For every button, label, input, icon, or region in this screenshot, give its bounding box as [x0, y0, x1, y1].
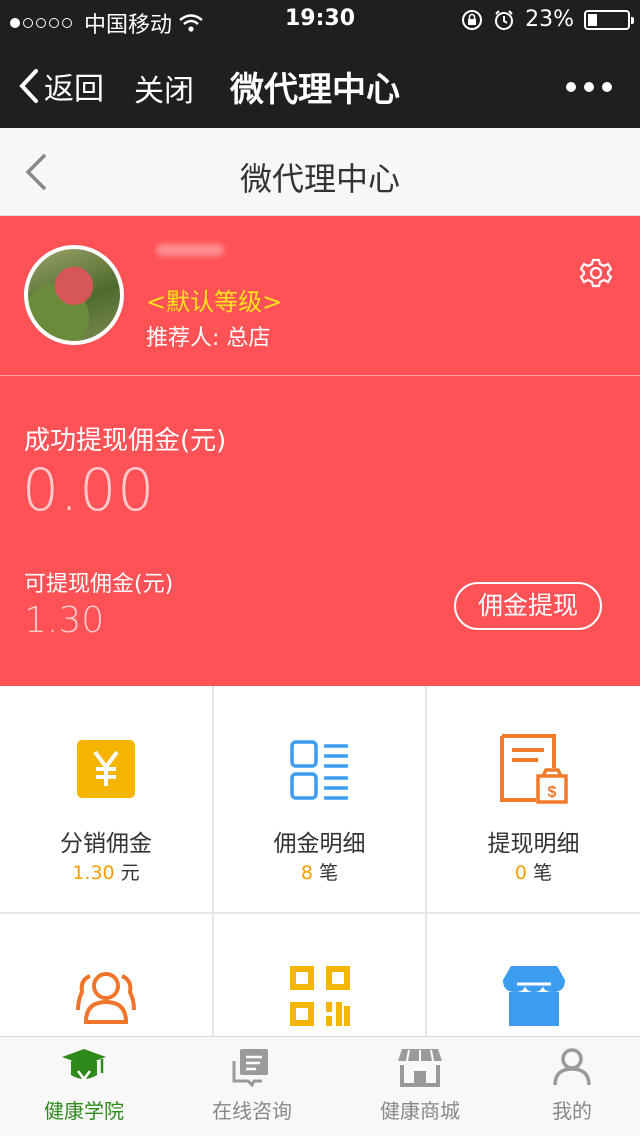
tab-online-consult[interactable]: 在线咨询 [172, 1037, 332, 1136]
qrcode-icon [289, 966, 350, 1026]
back-label: 返回 [44, 72, 104, 107]
more-options-button[interactable] [566, 82, 612, 92]
battery-percent: 23% [525, 7, 574, 32]
tab-label: 在线咨询 [212, 1099, 292, 1123]
grid-item-commission-detail[interactable]: 佣金明细 8 笔 [214, 686, 425, 912]
grid-value: 0 [514, 862, 528, 884]
profile-section: <默认等级> 推荐人: 总店 [0, 216, 640, 376]
chevron-left-icon [19, 69, 38, 103]
battery-fill [588, 13, 597, 26]
list-icon [289, 740, 348, 800]
success-commission-label: 成功提现佣金(元) [24, 426, 227, 456]
grid-item-withdraw-detail[interactable]: $ 提现明细 0 笔 [427, 686, 640, 912]
battery-icon [584, 9, 634, 30]
grid-label: 分销佣金 [60, 831, 152, 857]
grid-label: 佣金明细 [273, 831, 366, 857]
team-icon [76, 972, 136, 1024]
user-name-redacted [156, 244, 224, 256]
graduation-cap-icon [62, 1049, 106, 1082]
grid-value: 1.30 [72, 862, 115, 884]
function-grid: 分销佣金 1.30 元 佣金明细 8 笔 $ 提现明细 0 笔 [0, 686, 640, 1036]
close-button[interactable]: 关闭 [134, 66, 194, 110]
yuan-icon [77, 740, 135, 798]
status-bar: 中国移动 19:30 23% [0, 0, 640, 40]
consult-icon [232, 1049, 268, 1087]
grid-sub: 0 笔 [427, 858, 640, 885]
withdraw-commission-button[interactable]: 佣金提现 [454, 582, 602, 630]
shop-icon [502, 966, 565, 1026]
grid-sub: 8 笔 [214, 858, 425, 885]
bottom-tab-bar: 健康学院 在线咨询 健康商城 我的 [0, 1036, 640, 1136]
page-title: 微代理中心 [239, 160, 400, 198]
grid-unit: 笔 [533, 862, 553, 884]
avatar[interactable] [24, 245, 124, 345]
grid-sub: 1.30 元 [0, 858, 212, 885]
grid-label: 提现明细 [487, 831, 580, 857]
store-icon [398, 1049, 442, 1087]
tab-mine[interactable]: 我的 [492, 1037, 640, 1136]
grid-item-team[interactable] [0, 914, 212, 1036]
user-icon [553, 1048, 591, 1086]
tab-label: 健康商城 [380, 1099, 460, 1123]
status-right: 23% [461, 7, 634, 32]
tab-label: 健康学院 [44, 1099, 124, 1123]
success-commission-value: 0.00 [22, 456, 156, 524]
svg-text:$: $ [547, 784, 556, 801]
member-level: <默认等级> [146, 288, 283, 316]
tab-label: 我的 [552, 1099, 592, 1123]
wechat-nav-bar: 返回 关闭 微代理中心 [0, 40, 640, 128]
grid-item-shop[interactable] [427, 914, 640, 1036]
grid-unit: 笔 [319, 862, 339, 884]
tab-health-academy[interactable]: 健康学院 [4, 1037, 164, 1136]
page-header: 微代理中心 [0, 128, 640, 216]
agent-summary-panel: <默认等级> 推荐人: 总店 成功提现佣金(元) 0.00 可提现佣金(元) 1… [0, 216, 640, 686]
grid-item-qrcode[interactable] [214, 914, 425, 1036]
withdraw-receipt-icon: $ [499, 734, 568, 804]
rotation-lock-icon [462, 9, 483, 30]
gear-icon[interactable] [579, 256, 613, 290]
nav-title: 微代理中心 [230, 70, 400, 110]
available-commission-value: 1.30 [24, 600, 105, 641]
available-commission-label: 可提现佣金(元) [24, 572, 174, 597]
grid-unit: 元 [120, 862, 140, 884]
referrer-text: 推荐人: 总店 [146, 326, 271, 351]
tab-health-store[interactable]: 健康商城 [340, 1037, 500, 1136]
grid-item-distribution-commission[interactable]: 分销佣金 1.30 元 [0, 686, 212, 912]
grid-value: 8 [300, 862, 314, 884]
back-button[interactable]: 返回 [18, 64, 104, 108]
alarm-icon [495, 9, 514, 30]
